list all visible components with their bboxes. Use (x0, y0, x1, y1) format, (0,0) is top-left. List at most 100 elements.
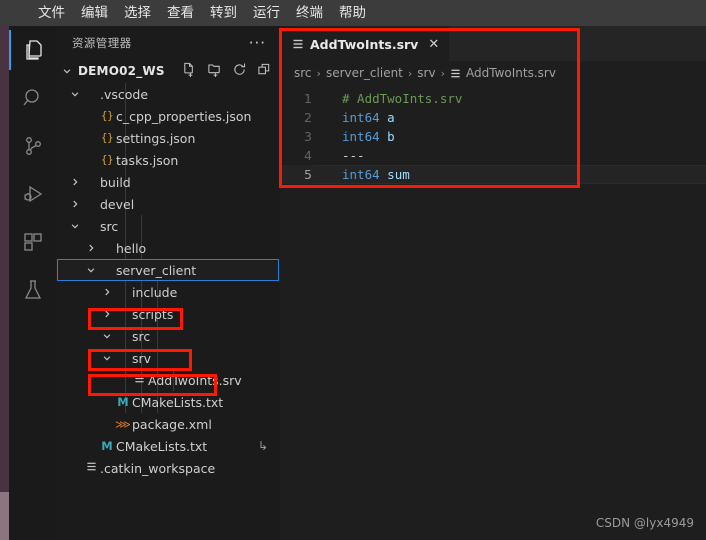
tree-row-scripts[interactable]: scripts (56, 303, 280, 325)
tree-row-c-cpp-properties-json[interactable]: {} c_cpp_properties.json (56, 105, 280, 127)
json-file-icon: {} (100, 154, 114, 166)
code-line[interactable]: 1 # AddTwoInts.srv (280, 89, 706, 108)
chevron-right-icon[interactable] (84, 241, 98, 255)
line-number: 4 (304, 148, 312, 163)
explorer-sidebar: 资源管理器 ··· DEMO02_WS .vscode {} c_cpp_pro… (56, 26, 280, 540)
chevron-down-icon[interactable] (68, 219, 82, 233)
new-folder-icon[interactable] (207, 62, 222, 81)
breadcrumb-item-srv[interactable]: srv (417, 66, 435, 80)
tree-row-include[interactable]: include (56, 281, 280, 303)
tree-label: CMakeLists.txt (132, 394, 224, 410)
tree-label: tasks.json (116, 152, 179, 168)
file-lines-icon (292, 38, 304, 50)
code-line[interactable]: 4 --- (280, 146, 706, 165)
tree-label: c_cpp_properties.json (116, 108, 252, 124)
menu-item-view[interactable]: 查看 (159, 0, 202, 26)
code-line-current[interactable]: 5 int64 sum (280, 165, 706, 184)
tree-label: .catkin_workspace (100, 460, 216, 476)
chevron-right-icon[interactable] (100, 285, 114, 299)
window-left-edge-scrollbar[interactable] (0, 492, 9, 540)
line-number: 2 (304, 110, 312, 125)
activity-testing-flask-icon[interactable] (9, 266, 56, 314)
tree-row-vscode[interactable]: .vscode (56, 83, 280, 105)
watermark: CSDN @lyx4949 (595, 516, 694, 530)
code-text: # AddTwoInts.srv (342, 91, 463, 106)
code-token-type: int64 (342, 129, 380, 144)
chevron-right-icon[interactable] (68, 197, 82, 211)
tree-row-hello[interactable]: hello (56, 237, 280, 259)
menu-item-run[interactable]: 运行 (245, 0, 288, 26)
cmake-file-icon: M (117, 395, 129, 409)
file-tree: .vscode {} c_cpp_properties.json {} sett… (56, 83, 280, 479)
activity-source-control-icon[interactable] (9, 122, 56, 170)
chevron-down-icon[interactable] (84, 263, 98, 277)
breadcrumb-separator-icon: › (316, 66, 321, 80)
code-line[interactable]: 2 int64 a (280, 108, 706, 127)
menu-item-edit[interactable]: 编辑 (73, 0, 116, 26)
breadcrumb-item-server-client[interactable]: server_client (326, 66, 403, 80)
tree-label: server_client (116, 262, 197, 278)
breadcrumb: src › server_client › srv › AddTwoInts.s… (280, 61, 706, 85)
tab-addtwoints-srv[interactable]: AddTwoInts.srv ✕ (280, 26, 450, 61)
tree-row-devel[interactable]: devel (56, 193, 280, 215)
tree-row-tasks-json[interactable]: {} tasks.json (56, 149, 280, 171)
menu-item-file[interactable]: 文件 (30, 0, 73, 26)
explorer-title: 资源管理器 (72, 35, 132, 50)
line-number: 3 (304, 129, 312, 144)
collapse-all-icon[interactable] (257, 62, 272, 81)
chevron-down-icon[interactable] (68, 87, 82, 101)
tree-label: hello (116, 240, 147, 256)
code-text: int64 sum (326, 167, 410, 182)
new-file-icon[interactable] (182, 62, 197, 81)
tree-row-srv[interactable]: srv (56, 347, 280, 369)
tree-row-src[interactable]: src (56, 215, 280, 237)
chevron-down-icon[interactable] (100, 329, 114, 343)
refresh-icon[interactable] (232, 62, 247, 81)
chevron-right-icon[interactable] (100, 307, 114, 321)
chevron-down-icon[interactable] (100, 351, 114, 365)
editor-tab-bar: AddTwoInts.srv ✕ (280, 26, 706, 61)
activity-bar (9, 26, 56, 540)
tree-row-settings-json[interactable]: {} settings.json (56, 127, 280, 149)
code-text: int64 b (326, 129, 395, 144)
menu-item-go[interactable]: 转到 (202, 0, 245, 26)
activity-explorer-icon[interactable] (9, 26, 56, 74)
chevron-right-icon[interactable] (68, 175, 82, 189)
activity-extensions-icon[interactable] (9, 218, 56, 266)
tree-label: scripts (132, 306, 174, 322)
menu-item-help[interactable]: 帮助 (331, 0, 374, 26)
breadcrumb-separator-icon: › (407, 66, 413, 80)
tree-label: include (132, 284, 178, 300)
explorer-more-actions-icon[interactable]: ··· (249, 35, 266, 50)
activity-search-icon[interactable] (9, 74, 56, 122)
tree-row-package-xml[interactable]: ⋙ package.xml (56, 413, 280, 435)
code-text: int64 a (326, 110, 395, 125)
breadcrumb-item-src[interactable]: src (294, 66, 312, 80)
tree-row-addtwoints-srv[interactable]: AddTwoInts.srv (56, 369, 280, 391)
code-line[interactable]: 3 int64 b (280, 127, 706, 146)
tree-label: package.xml (132, 416, 212, 432)
tree-row-cmakelists-inner[interactable]: M CMakeLists.txt (56, 391, 280, 413)
explorer-root-row[interactable]: DEMO02_WS (56, 59, 280, 83)
json-file-icon: {} (100, 132, 114, 144)
menu-item-select[interactable]: 选择 (116, 0, 159, 26)
close-icon[interactable]: ✕ (428, 38, 439, 51)
tree-label: AddTwoInts.srv (148, 372, 242, 388)
code-token-ident: sum (387, 167, 410, 182)
breadcrumb-item-file[interactable]: AddTwoInts.srv (466, 66, 556, 80)
tree-row-server-client[interactable]: server_client (56, 259, 280, 281)
tree-row-src-inner[interactable]: src (56, 325, 280, 347)
tree-label: src (132, 328, 151, 344)
file-lines-icon (450, 68, 461, 79)
tree-row-catkin-workspace[interactable]: .catkin_workspace (56, 457, 280, 479)
activity-run-debug-icon[interactable] (9, 170, 56, 218)
json-file-icon: {} (100, 110, 114, 122)
menu-item-terminal[interactable]: 终端 (288, 0, 331, 26)
code-editor[interactable]: 1 # AddTwoInts.srv 2 int64 a 3 int64 b 4… (280, 85, 706, 184)
tree-row-cmakelists-root[interactable]: M CMakeLists.txt ↳ (56, 435, 280, 457)
tree-row-build[interactable]: build (56, 171, 280, 193)
tree-label: srv (132, 350, 152, 366)
chevron-down-icon[interactable] (60, 64, 74, 78)
code-token-type: int64 (342, 110, 380, 125)
file-lines-icon (130, 373, 148, 387)
